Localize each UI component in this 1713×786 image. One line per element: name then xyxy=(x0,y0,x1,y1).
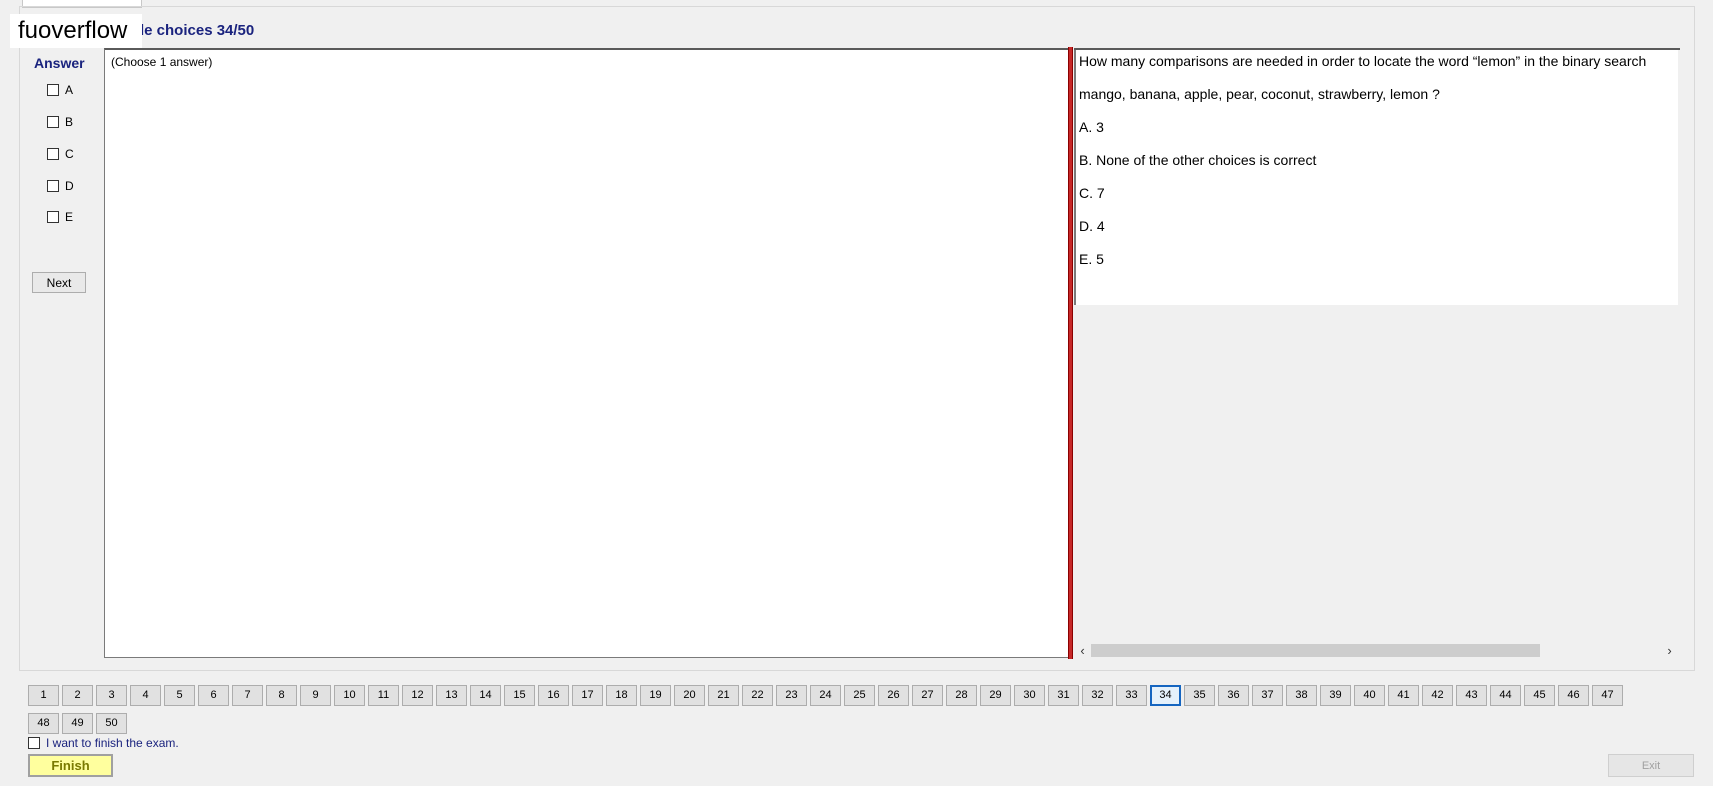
answer-option-label: B xyxy=(65,115,74,129)
question-nav-button[interactable]: 50 xyxy=(96,713,127,734)
question-nav-button[interactable]: 18 xyxy=(606,685,637,706)
scroll-left-icon[interactable]: ‹ xyxy=(1074,642,1091,659)
question-nav-button[interactable]: 45 xyxy=(1524,685,1555,706)
checkbox-icon[interactable] xyxy=(47,148,59,160)
question-nav-button[interactable]: 37 xyxy=(1252,685,1283,706)
question-nav-button[interactable]: 1 xyxy=(28,685,59,706)
question-nav-button[interactable]: 20 xyxy=(674,685,705,706)
answer-panel: (Choose 1 answer) xyxy=(104,48,1069,658)
checkbox-icon[interactable] xyxy=(28,737,40,749)
question-nav-button[interactable]: 27 xyxy=(912,685,943,706)
question-nav-button[interactable]: 7 xyxy=(232,685,263,706)
choice-b-text: B. None of the other choices is correct xyxy=(1079,152,1317,168)
question-progress-title: le choices 34/50 xyxy=(140,22,255,39)
question-nav-button[interactable]: 6 xyxy=(198,685,229,706)
question-nav-button[interactable]: 38 xyxy=(1286,685,1317,706)
checkbox-icon[interactable] xyxy=(47,84,59,96)
question-nav-button[interactable]: 17 xyxy=(572,685,603,706)
watermark-logo: fuoverflow xyxy=(10,14,142,48)
question-nav-button[interactable]: 4 xyxy=(130,685,161,706)
choice-a-text: A. 3 xyxy=(1079,119,1104,135)
answer-option-b[interactable]: B xyxy=(47,114,73,130)
choice-d-text: D. 4 xyxy=(1079,218,1105,234)
question-nav-button[interactable]: 24 xyxy=(810,685,841,706)
answer-option-label: A xyxy=(65,83,74,97)
next-button[interactable]: Next xyxy=(32,272,86,293)
question-panel: How many comparisons are needed in order… xyxy=(1074,48,1680,659)
question-nav-button[interactable]: 30 xyxy=(1014,685,1045,706)
question-nav-button[interactable]: 3 xyxy=(96,685,127,706)
question-nav-button[interactable]: 47 xyxy=(1592,685,1623,706)
answer-heading: Answer xyxy=(34,55,85,71)
scrollbar-thumb[interactable] xyxy=(1091,644,1540,657)
question-nav-button[interactable]: 35 xyxy=(1184,685,1215,706)
question-nav-button[interactable]: 25 xyxy=(844,685,875,706)
question-word-list: mango, banana, apple, pear, coconut, str… xyxy=(1079,86,1440,102)
question-nav-button[interactable]: 13 xyxy=(436,685,467,706)
question-nav-button[interactable]: 8 xyxy=(266,685,297,706)
question-nav-button[interactable]: 16 xyxy=(538,685,569,706)
question-nav-button[interactable]: 40 xyxy=(1354,685,1385,706)
choice-c-text: C. 7 xyxy=(1079,185,1105,201)
answer-option-label: C xyxy=(65,147,74,161)
question-nav-button[interactable]: 26 xyxy=(878,685,909,706)
answer-option-label: E xyxy=(65,210,74,224)
question-nav-button[interactable]: 36 xyxy=(1218,685,1249,706)
question-nav-button[interactable]: 10 xyxy=(334,685,365,706)
question-text: How many comparisons are needed in order… xyxy=(1079,53,1647,69)
answer-option-a[interactable]: A xyxy=(47,82,73,98)
checkbox-icon[interactable] xyxy=(47,211,59,223)
question-content: How many comparisons are needed in order… xyxy=(1074,50,1678,305)
panel-splitter[interactable] xyxy=(1068,47,1073,659)
answer-option-label: D xyxy=(65,179,74,193)
question-nav-button[interactable]: 21 xyxy=(708,685,739,706)
question-nav-button[interactable]: 28 xyxy=(946,685,977,706)
question-nav-button[interactable]: 49 xyxy=(62,713,93,734)
horizontal-scrollbar[interactable]: ‹ › xyxy=(1074,642,1678,659)
question-nav-button[interactable]: 5 xyxy=(164,685,195,706)
question-nav-button[interactable]: 23 xyxy=(776,685,807,706)
question-nav-button[interactable]: 15 xyxy=(504,685,535,706)
question-nav-button[interactable]: 29 xyxy=(980,685,1011,706)
question-nav-button[interactable]: 11 xyxy=(368,685,399,706)
question-nav-button[interactable]: 32 xyxy=(1082,685,1113,706)
question-nav-button[interactable]: 12 xyxy=(402,685,433,706)
choose-instruction: (Choose 1 answer) xyxy=(111,55,213,69)
question-nav-button[interactable]: 43 xyxy=(1456,685,1487,706)
answer-option-e[interactable]: E xyxy=(47,209,73,225)
checkbox-icon[interactable] xyxy=(47,116,59,128)
question-nav-button[interactable]: 31 xyxy=(1048,685,1079,706)
question-nav-button[interactable]: 2 xyxy=(62,685,93,706)
choice-e-text: E. 5 xyxy=(1079,251,1104,267)
question-nav-button[interactable]: 39 xyxy=(1320,685,1351,706)
question-nav-button[interactable]: 34 xyxy=(1150,685,1181,706)
question-nav-button[interactable]: 22 xyxy=(742,685,773,706)
finish-button[interactable]: Finish xyxy=(28,754,113,777)
question-nav-button[interactable]: 46 xyxy=(1558,685,1589,706)
question-nav-button[interactable]: 14 xyxy=(470,685,501,706)
question-nav-button[interactable]: 9 xyxy=(300,685,331,706)
question-nav-button[interactable]: 44 xyxy=(1490,685,1521,706)
question-nav-button[interactable]: 19 xyxy=(640,685,671,706)
finish-confirm-label: I want to finish the exam. xyxy=(46,736,179,750)
question-nav-button[interactable]: 48 xyxy=(28,713,59,734)
question-nav-button[interactable]: 33 xyxy=(1116,685,1147,706)
question-nav-button[interactable]: 41 xyxy=(1388,685,1419,706)
exit-button[interactable]: Exit xyxy=(1608,754,1694,777)
answer-option-c[interactable]: C xyxy=(47,146,74,162)
checkbox-icon[interactable] xyxy=(47,180,59,192)
answer-option-d[interactable]: D xyxy=(47,178,74,194)
question-nav-button[interactable]: 42 xyxy=(1422,685,1453,706)
scroll-right-icon[interactable]: › xyxy=(1661,642,1678,659)
finish-confirm[interactable]: I want to finish the exam. xyxy=(28,736,179,750)
